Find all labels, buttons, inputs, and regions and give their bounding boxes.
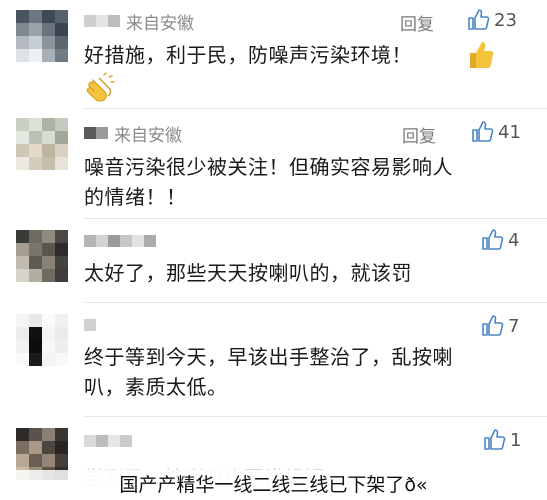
divider <box>84 416 547 417</box>
comment-text: 终于等到今天，早该出手整治了，乱按喇 叭，素质太低。 <box>84 342 507 402</box>
like-button[interactable]: 23 <box>466 8 517 32</box>
comment-text: 噪音污染很少被关注！但确实容易影响人 的情绪！！ <box>84 152 507 212</box>
comment-meta <box>84 228 162 254</box>
like-count: 1 <box>510 429 522 451</box>
thumbs-up-icon <box>468 9 490 30</box>
avatar[interactable] <box>16 118 68 170</box>
like-button[interactable]: 41 <box>470 120 521 144</box>
thumbs-up-emoji-icon <box>470 42 494 68</box>
thumbs-up-icon <box>472 121 494 142</box>
comment-text-line: 噪音污染很少被关注！但确实容易影响人 <box>84 155 453 179</box>
thumbs-up-icon <box>482 229 504 250</box>
overlay-caption: 国产产精华一线二线三线已下架了ð« <box>0 470 547 500</box>
location-label: 来自安徽 <box>126 13 194 34</box>
comment-text-line: 终于等到今天，早该出手整治了，乱按喇 <box>84 345 453 369</box>
thumbs-up-icon <box>484 429 506 450</box>
like-button[interactable]: 4 <box>480 228 519 252</box>
username[interactable] <box>84 127 108 139</box>
comment-meta: 来自安徽 <box>84 8 194 34</box>
divider <box>84 218 547 219</box>
username[interactable] <box>84 435 132 447</box>
like-count: 4 <box>508 229 520 251</box>
divider <box>84 108 547 109</box>
location-label: 来自安徽 <box>114 125 182 146</box>
avatar[interactable] <box>16 314 68 366</box>
avatar[interactable] <box>16 10 68 62</box>
reply-button[interactable]: 回复 <box>402 122 436 147</box>
username[interactable] <box>84 15 120 27</box>
comment-meta <box>84 428 138 454</box>
comment-text-line: 叭，素质太低。 <box>84 375 228 399</box>
username[interactable] <box>84 235 156 247</box>
comment-text-line: 的情绪！！ <box>84 185 187 209</box>
like-count: 7 <box>508 315 520 337</box>
like-button[interactable]: 7 <box>480 314 519 338</box>
like-count: 23 <box>494 9 517 31</box>
avatar[interactable] <box>16 230 68 282</box>
comment-feed: 来自安徽 回复 23 好措施，利于民，防噪声污染环境！ 来自安徽 回复 41 噪… <box>0 0 547 500</box>
divider <box>84 302 547 303</box>
comment-text: 太好了，那些天天按喇叭的，就该罚 <box>84 261 412 285</box>
username[interactable] <box>84 319 96 331</box>
comment-meta <box>84 312 102 338</box>
thumbs-up-icon <box>482 315 504 336</box>
like-count: 41 <box>498 121 521 143</box>
reply-button[interactable]: 回复 <box>400 10 434 35</box>
comment-text: 好措施，利于民，防噪声污染环境！ <box>84 43 412 67</box>
clapping-hands-emoji-icon <box>86 72 115 102</box>
comment-meta: 来自安徽 <box>84 120 182 146</box>
like-button[interactable]: 1 <box>482 428 521 452</box>
